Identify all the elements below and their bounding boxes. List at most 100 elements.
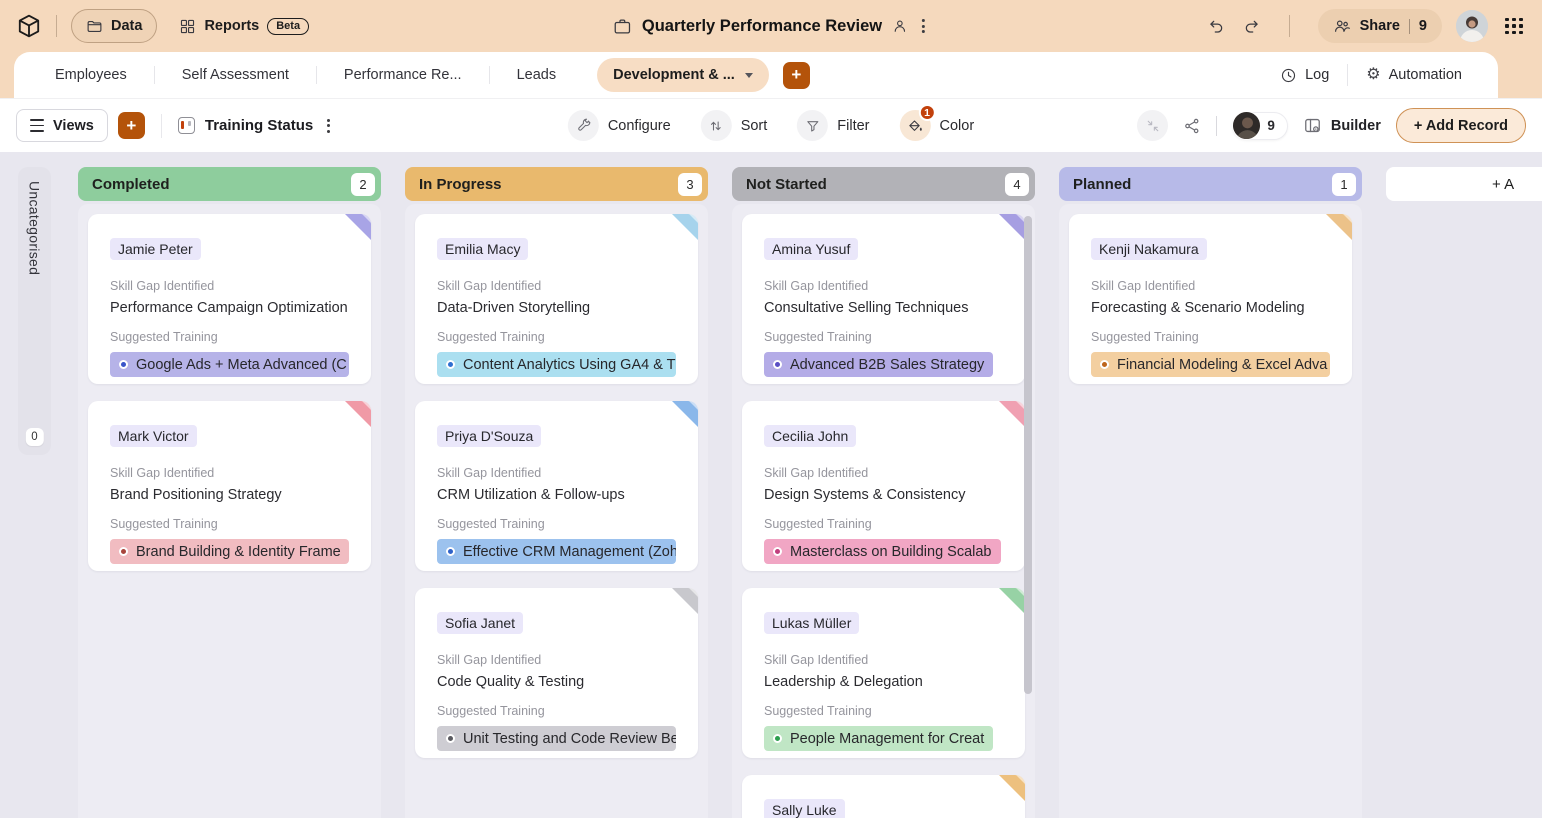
- kanban-card[interactable]: Sofia Janet Skill Gap Identified Code Qu…: [415, 588, 698, 758]
- automation-label: Automation: [1389, 67, 1462, 83]
- views-button[interactable]: Views: [16, 109, 108, 142]
- field-label-skill-gap: Skill Gap Identified: [110, 279, 349, 293]
- corner-fold-icon: [672, 401, 698, 427]
- column-header[interactable]: Not Started4: [732, 167, 1035, 201]
- share-button[interactable]: Share 9: [1318, 9, 1442, 43]
- kanban-card[interactable]: Cecilia John Skill Gap Identified Design…: [742, 401, 1025, 571]
- field-value-skill-gap: Brand Positioning Strategy: [110, 487, 349, 503]
- column-title: Completed: [92, 176, 170, 193]
- column-scrollbar[interactable]: [1024, 216, 1032, 694]
- field-value-skill-gap: Code Quality & Testing: [437, 674, 676, 690]
- table-tab-performance-review[interactable]: Performance Re...: [317, 67, 489, 83]
- document-title[interactable]: Quarterly Performance Review: [642, 17, 882, 36]
- kanban-view-icon: [178, 117, 195, 134]
- training-tag: People Management for Creat: [764, 726, 993, 751]
- tag-dot-icon: [119, 360, 128, 369]
- nav-tab-data[interactable]: Data: [71, 9, 157, 43]
- top-bar: Data Reports Beta Quarterly Performance …: [0, 0, 1542, 52]
- add-record-button[interactable]: + Add Record: [1396, 108, 1526, 143]
- apps-grid-icon[interactable]: [1502, 15, 1526, 38]
- kanban-card[interactable]: Mark Victor Skill Gap Identified Brand P…: [88, 401, 371, 571]
- kanban-card[interactable]: Sally Luke Skill Gap Identified Suggeste…: [742, 775, 1025, 818]
- training-tag-label: Effective CRM Management (Zoh: [463, 544, 676, 560]
- kanban-card[interactable]: Priya D'Souza Skill Gap Identified CRM U…: [415, 401, 698, 571]
- column-title: Planned: [1073, 176, 1131, 193]
- training-tag-label: Content Analytics Using GA4 & T: [463, 357, 676, 373]
- filter-button[interactable]: Filter: [797, 110, 869, 141]
- add-table-button[interactable]: +: [783, 62, 810, 89]
- training-tag-label: Google Ads + Meta Advanced (C: [136, 357, 347, 373]
- kanban-card[interactable]: Jamie Peter Skill Gap Identified Perform…: [88, 214, 371, 384]
- collaborators[interactable]: 9: [1232, 111, 1288, 141]
- configure-button[interactable]: Configure: [568, 110, 671, 141]
- automation-button[interactable]: ⚙ Automation: [1348, 67, 1480, 83]
- paint-bucket-icon: 1: [900, 110, 931, 141]
- collaborator-avatar: [1232, 111, 1261, 140]
- add-category-button[interactable]: + A: [1386, 167, 1542, 201]
- column-header[interactable]: Planned 1: [1059, 167, 1362, 201]
- sort-button[interactable]: Sort: [701, 110, 768, 141]
- uncategorized-column-tab[interactable]: Uncategorised 0: [18, 167, 51, 455]
- record-name-chip: Mark Victor: [110, 425, 197, 447]
- tag-dot-icon: [446, 734, 455, 743]
- user-avatar[interactable]: [1456, 10, 1488, 42]
- column-header[interactable]: In Progress3: [405, 167, 708, 201]
- undo-icon[interactable]: [1207, 17, 1226, 36]
- builder-button[interactable]: Builder: [1303, 116, 1381, 135]
- corner-fold-icon: [999, 588, 1025, 614]
- training-tag-label: Unit Testing and Code Review Be: [463, 731, 676, 747]
- kanban-card[interactable]: Emilia Macy Skill Gap Identified Data-Dr…: [415, 214, 698, 384]
- share-count: 9: [1419, 18, 1427, 34]
- kanban-column: Planned 1 Kenji Nakamura Skill Gap Identi…: [1059, 167, 1362, 818]
- app-logo-icon[interactable]: [16, 13, 42, 39]
- field-label-skill-gap: Skill Gap Identified: [437, 653, 676, 667]
- table-tab-strip: Employees Self Assessment Performance Re…: [14, 52, 1498, 98]
- add-view-button[interactable]: +: [118, 112, 145, 139]
- field-label-training: Suggested Training: [764, 517, 1003, 531]
- kanban-column: Completed 2 Jamie Peter Skill Gap Identif…: [78, 167, 381, 818]
- table-tab-self-assessment[interactable]: Self Assessment: [155, 67, 316, 83]
- record-name-chip: Sofia Janet: [437, 612, 523, 634]
- column-header[interactable]: Completed 2: [78, 167, 381, 201]
- table-tab-development-active[interactable]: Development & ...: [597, 58, 769, 92]
- field-value-skill-gap: Leadership & Delegation: [764, 674, 1003, 690]
- column-title: Not Started: [746, 176, 827, 193]
- training-tag: Unit Testing and Code Review Be: [437, 726, 676, 751]
- collapse-icon[interactable]: [1137, 110, 1168, 141]
- color-button[interactable]: 1 Color: [900, 110, 975, 141]
- share-nodes-icon[interactable]: [1183, 117, 1201, 135]
- table-tab-employees[interactable]: Employees: [28, 67, 154, 83]
- corner-fold-icon: [345, 214, 371, 240]
- log-button[interactable]: Log: [1262, 67, 1347, 84]
- column-body: Emilia Macy Skill Gap Identified Data-Dr…: [405, 204, 708, 818]
- column-count-badge: 2: [351, 173, 375, 196]
- sort-label: Sort: [741, 118, 768, 134]
- kanban-card[interactable]: Kenji Nakamura Skill Gap Identified Fore…: [1069, 214, 1352, 384]
- views-label: Views: [53, 118, 94, 134]
- current-view[interactable]: Training Status: [178, 115, 334, 137]
- kanban-card[interactable]: Amina Yusuf Skill Gap Identified Consult…: [742, 214, 1025, 384]
- training-tag-label: Advanced B2B Sales Strategy: [790, 357, 984, 373]
- column-count-badge: 1: [1332, 173, 1356, 196]
- kanban-card[interactable]: Lukas Müller Skill Gap Identified Leader…: [742, 588, 1025, 758]
- column-body: Amina Yusuf Skill Gap Identified Consult…: [732, 204, 1035, 818]
- training-tag-label: People Management for Creat: [790, 731, 984, 747]
- color-count-badge: 1: [919, 104, 936, 121]
- corner-fold-icon: [672, 588, 698, 614]
- sort-arrows-icon: [701, 110, 732, 141]
- redo-icon[interactable]: [1242, 17, 1261, 36]
- table-tab-leads[interactable]: Leads: [490, 67, 584, 83]
- kanban-board: Uncategorised 0 Completed 2 Jamie Peter S…: [0, 152, 1542, 818]
- people-icon: [1333, 17, 1351, 35]
- person-icon[interactable]: [892, 18, 908, 34]
- clock-icon: [1280, 67, 1297, 84]
- view-more-menu-icon[interactable]: [323, 115, 334, 137]
- nav-tab-reports[interactable]: Reports Beta: [179, 18, 309, 35]
- training-tag: Brand Building & Identity Frame: [110, 539, 349, 564]
- column-count-badge: 3: [678, 173, 702, 196]
- tag-dot-icon: [446, 360, 455, 369]
- kanban-column: Not Started4 Amina Yusuf Skill Gap Ident…: [732, 167, 1035, 818]
- top-bar-right: Share 9: [1207, 9, 1526, 43]
- field-label-training: Suggested Training: [437, 704, 676, 718]
- title-more-menu-icon[interactable]: [918, 15, 929, 37]
